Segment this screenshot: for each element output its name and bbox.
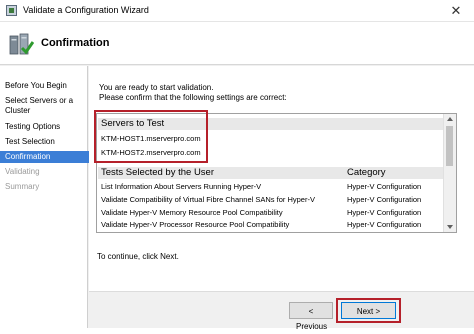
scroll-up-icon[interactable] [447, 117, 453, 121]
nav-step-select-servers[interactable]: Select Servers or a Cluster [5, 96, 85, 116]
continue-instruction: To continue, click Next. [97, 252, 179, 261]
test-name: Validate Compatibility of Virtual Fibre … [101, 195, 315, 204]
wizard-steps-nav: Before You Begin Select Servers or a Clu… [0, 66, 92, 328]
test-row[interactable]: Validate Hyper-V Processor Resource Pool… [98, 220, 443, 229]
cluster-wizard-icon [9, 33, 34, 55]
category-column-header-wrap: Category [98, 166, 443, 180]
vertical-scrollbar[interactable] [443, 114, 456, 232]
nav-step-before-you-begin[interactable]: Before You Begin [5, 81, 85, 91]
test-name: Validate Hyper-V Memory Resource Pool Co… [101, 208, 283, 217]
close-button[interactable]: ✕ [445, 2, 467, 20]
nav-step-confirmation[interactable]: Confirmation [0, 151, 92, 163]
nav-step-summary: Summary [5, 182, 40, 191]
nav-step-testing-options[interactable]: Testing Options [5, 122, 85, 132]
button-bar [89, 291, 474, 328]
test-category: Hyper-V Configuration [347, 195, 422, 204]
window-title: Validate a Configuration Wizard [23, 5, 149, 15]
test-row[interactable]: Validate Compatibility of Virtual Fibre … [98, 194, 443, 205]
test-category: Hyper-V Configuration [347, 182, 422, 191]
test-name: Validate Hyper-V Processor Resource Pool… [101, 220, 290, 229]
servers-highlight-box [94, 110, 208, 163]
nav-step-test-selection[interactable]: Test Selection [5, 137, 85, 147]
scrollbar-thumb[interactable] [446, 126, 453, 166]
test-row[interactable]: Validate Hyper-V Memory Resource Pool Co… [98, 207, 443, 218]
test-row[interactable]: List Information About Servers Running H… [98, 181, 443, 192]
scroll-down-icon[interactable] [447, 225, 453, 229]
test-category: Hyper-V Configuration [347, 220, 422, 229]
app-icon [6, 5, 17, 16]
next-highlight-box [336, 298, 401, 323]
test-name: List Information About Servers Running H… [101, 182, 262, 191]
page-title: Confirmation [41, 37, 110, 49]
test-category: Hyper-V Configuration [347, 208, 422, 217]
previous-button[interactable]: < Previous [289, 302, 333, 331]
category-column-header: Category [347, 167, 386, 178]
nav-step-validating: Validating [5, 167, 40, 176]
intro-instruction: Please confirm that the following settin… [99, 93, 287, 102]
intro-text: You are ready to start validation. [99, 83, 214, 92]
